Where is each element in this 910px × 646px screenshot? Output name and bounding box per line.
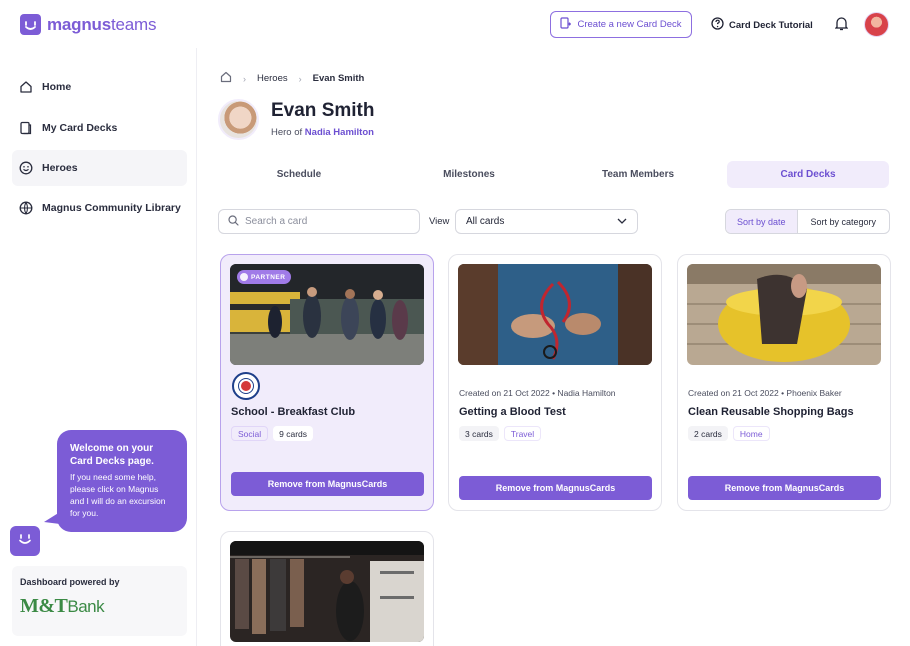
bell-icon[interactable]	[834, 16, 849, 36]
logo-mark-icon	[20, 14, 41, 35]
home-icon[interactable]	[220, 71, 232, 86]
tab-team-members[interactable]: Team Members	[557, 161, 719, 188]
sidebar-item-my-card-decks[interactable]: My Card Decks	[12, 110, 187, 146]
breadcrumb-separator-icon: ›	[298, 73, 302, 84]
search-input[interactable]: Search a card	[218, 209, 420, 234]
powered-by-box: Dashboard powered by M&TBank	[12, 566, 187, 636]
sidebar: Home My Card Decks Heroes Magnus Communi…	[0, 48, 197, 646]
powered-by-label: Dashboard powered by	[20, 577, 120, 587]
view-select[interactable]: All cards	[455, 209, 638, 234]
help-bubble-text: If you need some help, please click on M…	[70, 472, 166, 518]
create-button-label: Create a new Card Deck	[577, 19, 682, 30]
globe-icon	[19, 201, 33, 215]
tab-card-decks[interactable]: Card Decks	[727, 161, 889, 188]
magnusteams-logo[interactable]: magnusteams	[20, 14, 156, 35]
school-seal-logo	[232, 372, 260, 400]
home-icon	[19, 80, 33, 94]
tutorial-label: Card Deck Tutorial	[729, 19, 813, 31]
breadcrumb-current: Evan Smith	[312, 73, 365, 84]
count-tag: 2 cards	[688, 426, 728, 441]
partner-badge: PARTNER	[237, 270, 292, 284]
category-tag: Home	[732, 426, 770, 441]
card-deck-icon	[19, 121, 33, 135]
top-bar: magnusteams Create a new Card Deck Card …	[0, 0, 910, 48]
sidebar-item-label: Magnus Community Library	[42, 202, 181, 214]
help-bubble-title: Welcome on your Card Decks page.	[70, 443, 154, 467]
view-label: View	[429, 216, 450, 227]
smiley-icon	[19, 161, 33, 175]
page-title: Evan Smith	[271, 100, 375, 121]
remove-button[interactable]: Remove from MagnusCards	[688, 476, 881, 500]
hero-avatar	[218, 99, 259, 140]
card-deck-image	[687, 264, 881, 365]
tab-milestones[interactable]: Milestones	[388, 161, 550, 188]
card-deck[interactable]: PARTNER School - Breakfast Club Social 9…	[220, 254, 434, 511]
sidebar-item-label: Home	[42, 81, 72, 93]
card-deck-title: Clean Reusable Shopping Bags	[688, 406, 854, 418]
magnus-assistant-button[interactable]	[10, 526, 40, 556]
breadcrumb-heroes[interactable]: Heroes	[257, 73, 288, 84]
sort-by-category-button[interactable]: Sort by category	[798, 210, 889, 233]
card-deck-title: School - Breakfast Club	[231, 406, 356, 418]
breadcrumb-separator-icon: ›	[243, 73, 246, 84]
card-deck-tags: 3 cards Travel	[459, 426, 542, 441]
parent-link[interactable]: Nadia Hamilton	[305, 127, 374, 138]
count-tag: 3 cards	[459, 426, 499, 441]
category-tag: Travel	[503, 426, 542, 441]
tutorial-link[interactable]: Card Deck Tutorial	[711, 17, 813, 33]
help-bubble: Welcome on your Card Decks page. If you …	[57, 430, 187, 532]
tab-schedule[interactable]: Schedule	[218, 161, 380, 188]
search-icon	[228, 214, 239, 229]
user-avatar[interactable]	[864, 12, 889, 37]
card-deck-meta: Created on 21 Oct 2022 • Phoenix Baker	[688, 388, 842, 398]
card-deck-tags: Social 9 cards	[231, 426, 314, 441]
sidebar-item-heroes[interactable]: Heroes	[12, 150, 187, 186]
help-circle-icon	[711, 17, 724, 33]
sidebar-item-community-library[interactable]: Magnus Community Library	[12, 190, 187, 226]
card-deck-meta: Created on 21 Oct 2022 • Nadia Hamilton	[459, 388, 616, 398]
chevron-down-icon	[617, 216, 627, 227]
remove-button[interactable]: Remove from MagnusCards	[459, 476, 652, 500]
card-deck[interactable]	[220, 531, 434, 646]
magnus-face-icon	[16, 530, 34, 553]
card-deck-image: PARTNER	[230, 264, 424, 365]
card-deck-image	[458, 264, 652, 365]
remove-button[interactable]: Remove from MagnusCards	[231, 472, 424, 496]
count-tag: 9 cards	[273, 426, 314, 441]
mt-bank-logo: M&TBank	[20, 595, 105, 617]
category-tag: Social	[231, 426, 269, 441]
card-deck[interactable]: Created on 21 Oct 2022 • Nadia Hamilton …	[448, 254, 662, 511]
partner-star-icon	[240, 273, 248, 281]
view-select-value: All cards	[466, 216, 505, 227]
help-bubble-tail	[44, 512, 60, 524]
sort-toggle: Sort by date Sort by category	[725, 209, 890, 234]
sidebar-item-label: My Card Decks	[42, 122, 118, 134]
brand-name: magnusteams	[47, 14, 157, 34]
profile-subtitle: Hero of Nadia Hamilton	[271, 127, 374, 138]
new-deck-icon	[560, 17, 572, 32]
card-deck-tags: 2 cards Home	[688, 426, 770, 441]
create-card-deck-button[interactable]: Create a new Card Deck	[550, 11, 692, 38]
breadcrumb: › Heroes › Evan Smith	[220, 71, 364, 86]
card-deck[interactable]: Created on 21 Oct 2022 • Phoenix Baker C…	[677, 254, 891, 511]
card-deck-title: Getting a Blood Test	[459, 406, 566, 418]
sidebar-item-label: Heroes	[42, 162, 78, 174]
sort-by-date-button[interactable]: Sort by date	[726, 210, 797, 233]
search-placeholder: Search a card	[245, 216, 308, 227]
sidebar-item-home[interactable]: Home	[12, 69, 187, 105]
card-deck-image	[230, 541, 424, 642]
